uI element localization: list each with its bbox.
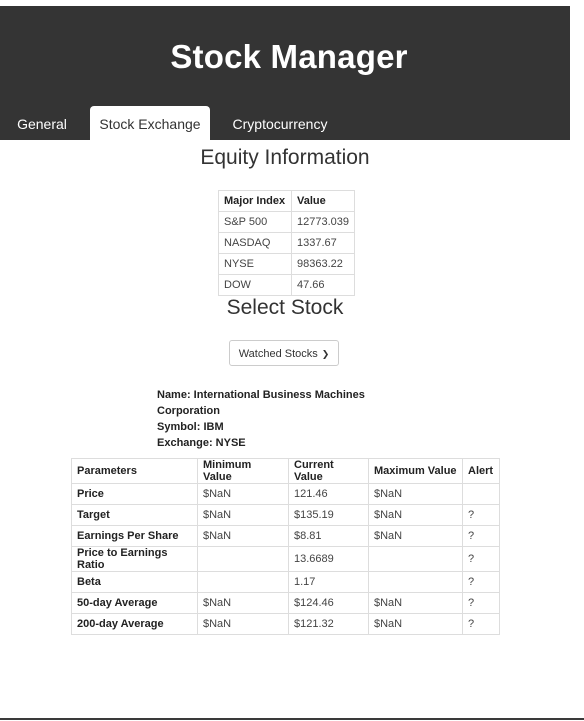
table-row: NYSE 98363.22 <box>218 253 355 275</box>
table-row: 200-day Average $NaN $121.32 $NaN ? <box>71 613 500 635</box>
table-row: S&P 500 12773.039 <box>218 211 355 233</box>
param-alert: ? <box>462 613 500 635</box>
param-current: $135.19 <box>288 504 369 526</box>
index-value: 1337.67 <box>291 232 355 254</box>
index-value: 47.66 <box>291 274 355 296</box>
table-header-row: Parameters Minimum Value Current Value M… <box>71 458 500 484</box>
column-header: Alert <box>462 458 500 484</box>
param-name: Beta <box>71 571 198 593</box>
param-alert: ? <box>462 592 500 614</box>
table-row: Price $NaN 121.46 $NaN <box>71 483 500 505</box>
param-max[interactable]: $NaN <box>368 613 463 635</box>
param-alert: ? <box>462 504 500 526</box>
equity-title: Equity Information <box>200 146 370 169</box>
parameters-table: Parameters Minimum Value Current Value M… <box>71 458 500 635</box>
table-row: 50-day Average $NaN $124.46 $NaN ? <box>71 592 500 614</box>
tab-bar: General Stock Exchange Cryptocurrency <box>0 106 570 140</box>
index-value: 98363.22 <box>291 253 355 275</box>
param-max[interactable]: $NaN <box>368 525 463 547</box>
stock-exchange: Exchange: NYSE <box>157 437 246 449</box>
chevron-down-icon: ❯ <box>321 349 330 359</box>
param-min[interactable]: $NaN <box>197 483 289 505</box>
param-max[interactable] <box>368 571 463 593</box>
param-min[interactable] <box>197 546 289 572</box>
table-row: Beta 1.17 ? <box>71 571 500 593</box>
app-title: Stock Manager <box>170 38 408 75</box>
param-alert: ? <box>462 571 500 593</box>
param-alert: ? <box>462 546 500 572</box>
param-current: 1.17 <box>288 571 369 593</box>
param-max[interactable] <box>368 546 463 572</box>
column-header: Value <box>291 190 355 212</box>
window-edge <box>570 6 584 718</box>
param-current: $8.81 <box>288 525 369 547</box>
column-header: Current Value <box>288 458 369 484</box>
param-min[interactable] <box>197 571 289 593</box>
index-name: S&P 500 <box>218 211 292 233</box>
stock-name-line2: Corporation <box>157 405 220 417</box>
app-window: Stock Manager General Stock Exchange Cry… <box>0 6 570 718</box>
table-header-row: Major Index Value <box>218 190 355 212</box>
tab-general[interactable]: General <box>8 106 76 140</box>
param-min[interactable]: $NaN <box>197 592 289 614</box>
param-alert: ? <box>462 525 500 547</box>
param-min[interactable]: $NaN <box>197 504 289 526</box>
param-current: 13.6689 <box>288 546 369 572</box>
table-row: NASDAQ 1337.67 <box>218 232 355 254</box>
param-max[interactable]: $NaN <box>368 483 463 505</box>
param-current: $121.32 <box>288 613 369 635</box>
index-name: DOW <box>218 274 292 296</box>
index-name: NASDAQ <box>218 232 292 254</box>
column-header: Minimum Value <box>197 458 289 484</box>
param-name: Target <box>71 504 198 526</box>
param-alert <box>462 483 500 505</box>
param-current: 121.46 <box>288 483 369 505</box>
tab-cryptocurrency[interactable]: Cryptocurrency <box>222 106 338 140</box>
table-row: Price to Earnings Ratio 13.6689 ? <box>71 546 500 572</box>
param-name: 50-day Average <box>71 592 198 614</box>
table-row: Target $NaN $135.19 $NaN ? <box>71 504 500 526</box>
param-max[interactable]: $NaN <box>368 504 463 526</box>
equity-table: Major Index Value S&P 500 12773.039 NASD… <box>218 190 355 296</box>
column-header: Maximum Value <box>368 458 463 484</box>
param-current: $124.46 <box>288 592 369 614</box>
stock-symbol: Symbol: IBM <box>157 421 224 433</box>
app-header: Stock Manager General Stock Exchange Cry… <box>0 6 570 140</box>
stock-name-line1: Name: International Business Machines <box>157 389 365 401</box>
param-min[interactable]: $NaN <box>197 525 289 547</box>
param-name: Price to Earnings Ratio <box>71 546 198 572</box>
param-name: 200-day Average <box>71 613 198 635</box>
window-bottom-border <box>0 718 584 720</box>
index-name: NYSE <box>218 253 292 275</box>
param-name: Price <box>71 483 198 505</box>
column-header: Major Index <box>218 190 292 212</box>
table-row: Earnings Per Share $NaN $8.81 $NaN ? <box>71 525 500 547</box>
param-min[interactable]: $NaN <box>197 613 289 635</box>
param-name: Earnings Per Share <box>71 525 198 547</box>
column-header: Parameters <box>71 458 198 484</box>
stock-info: Name: International Business Machines Co… <box>157 387 377 451</box>
dropdown-label: Watched Stocks <box>238 348 318 360</box>
index-value: 12773.039 <box>291 211 355 233</box>
table-row: DOW 47.66 <box>218 274 355 296</box>
param-max[interactable]: $NaN <box>368 592 463 614</box>
select-stock-title: Select Stock <box>226 296 344 319</box>
watched-stocks-dropdown[interactable]: Watched Stocks ❯ <box>229 340 339 366</box>
tab-stock-exchange[interactable]: Stock Exchange <box>90 106 210 140</box>
